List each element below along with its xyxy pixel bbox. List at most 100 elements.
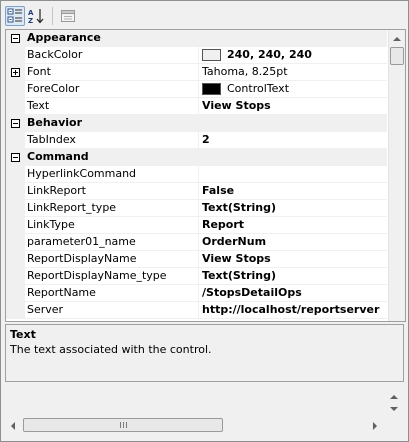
- toolbar: A Z: [5, 5, 405, 27]
- property-value-text: ControlText: [227, 82, 290, 95]
- horizontal-scrollbar[interactable]: [5, 417, 383, 434]
- categorized-button[interactable]: [5, 6, 25, 26]
- property-value[interactable]: Tahoma, 8.25pt: [199, 64, 387, 80]
- collapse-icon[interactable]: [11, 33, 20, 43]
- color-swatch: [202, 49, 221, 61]
- property-value[interactable]: False: [199, 183, 387, 199]
- arrow-left-icon: [11, 421, 15, 430]
- gutter: [6, 149, 25, 165]
- scroll-up-button[interactable]: [389, 30, 405, 47]
- property-row-reportname[interactable]: ReportName /StopsDetailOps: [6, 285, 387, 302]
- gutter: [6, 166, 25, 182]
- property-name: ReportName: [25, 285, 199, 301]
- category-label: Appearance: [27, 31, 101, 44]
- property-value[interactable]: View Stops: [199, 98, 387, 114]
- arrow-right-icon: [373, 421, 377, 430]
- property-value[interactable]: Text(String): [199, 200, 387, 216]
- property-value[interactable]: /StopsDetailOps: [199, 285, 387, 301]
- property-value[interactable]: 2: [199, 132, 387, 148]
- property-name: BackColor: [25, 47, 199, 63]
- outer-vertical-scroll[interactable]: [390, 395, 402, 419]
- property-value[interactable]: 240, 240, 240: [199, 47, 387, 63]
- categorized-icon: [7, 8, 22, 23]
- property-value[interactable]: View Stops: [199, 251, 387, 267]
- property-row-linkreport[interactable]: LinkReport False: [6, 183, 387, 200]
- property-name: parameter01_name: [25, 234, 199, 250]
- alphabetical-button[interactable]: A Z: [27, 6, 47, 26]
- toolbar-separator: [52, 7, 53, 25]
- property-pages-icon: [61, 10, 75, 22]
- gutter: [6, 81, 25, 97]
- property-row-text[interactable]: Text View Stops: [6, 98, 387, 115]
- property-row-linktype[interactable]: LinkType Report: [6, 217, 387, 234]
- property-row-hyperlinkcommand[interactable]: HyperlinkCommand: [6, 166, 387, 183]
- property-row-forecolor[interactable]: ForeColor ControlText: [6, 81, 387, 98]
- property-name: LinkType: [25, 217, 199, 233]
- gutter: [6, 64, 25, 80]
- scroll-left-button[interactable]: [5, 417, 21, 434]
- property-value[interactable]: http://localhost/reportserver: [199, 302, 387, 318]
- gutter: [6, 217, 25, 233]
- gutter: [6, 302, 25, 318]
- collapse-icon[interactable]: [11, 152, 20, 162]
- property-row-reportdisplayname-type[interactable]: ReportDisplayName_type Text(String): [6, 268, 387, 285]
- property-value[interactable]: ControlText: [199, 81, 387, 97]
- category-label: Command: [27, 150, 89, 163]
- vertical-scrollbar[interactable]: [388, 30, 405, 321]
- grip-line: [119, 422, 121, 428]
- arrow-up-icon: [393, 36, 401, 41]
- grip-line: [125, 422, 127, 428]
- property-name: HyperlinkCommand: [25, 166, 199, 182]
- description-title: Text: [10, 328, 36, 341]
- color-swatch: [202, 83, 221, 95]
- property-name: Server: [25, 302, 199, 318]
- property-row-backcolor[interactable]: BackColor 240, 240, 240: [6, 47, 387, 64]
- gutter: [6, 268, 25, 284]
- property-row-linkreport-type[interactable]: LinkReport_type Text(String): [6, 200, 387, 217]
- category-behavior[interactable]: Behavior: [6, 115, 387, 132]
- property-pages-button[interactable]: [58, 6, 78, 26]
- property-row-parameter01-name[interactable]: parameter01_name OrderNum: [6, 234, 387, 251]
- category-command[interactable]: Command: [6, 149, 387, 166]
- scrollbar-thumb[interactable]: [23, 418, 223, 432]
- property-row-tabindex[interactable]: TabIndex 2: [6, 132, 387, 149]
- category-appearance[interactable]: Appearance: [6, 30, 387, 47]
- gutter: [6, 30, 25, 46]
- property-name: ReportDisplayName: [25, 251, 199, 267]
- property-name: LinkReport_type: [25, 200, 199, 216]
- category-label: Behavior: [27, 116, 83, 129]
- scrollbar-thumb[interactable]: [390, 47, 404, 65]
- scroll-down-icon[interactable]: [390, 407, 398, 411]
- description-pane: Text The text associated with the contro…: [5, 324, 404, 382]
- property-value-text: 240, 240, 240: [227, 48, 312, 61]
- property-value[interactable]: Text(String): [199, 268, 387, 284]
- property-value[interactable]: [199, 166, 387, 182]
- property-name: Text: [25, 98, 199, 114]
- gutter: [6, 234, 25, 250]
- property-name: Font: [25, 64, 199, 80]
- property-value[interactable]: OrderNum: [199, 234, 387, 250]
- property-value[interactable]: Report: [199, 217, 387, 233]
- collapse-icon[interactable]: [11, 118, 20, 128]
- property-grid: Appearance BackColor 240, 240, 240 Font …: [5, 29, 406, 322]
- description-text: The text associated with the control.: [10, 343, 212, 356]
- property-row-font[interactable]: Font Tahoma, 8.25pt: [6, 64, 387, 81]
- gutter: [6, 285, 25, 301]
- property-row-server[interactable]: Server http://localhost/reportserver: [6, 302, 387, 319]
- gutter: [6, 132, 25, 148]
- property-grid-window: A Z Appearance BackColor 240, 240, 240 F…: [0, 0, 409, 442]
- scroll-right-button[interactable]: [367, 417, 383, 434]
- alphabetical-sort-icon: A Z: [28, 9, 44, 24]
- gutter: [6, 183, 25, 199]
- property-name: ReportDisplayName_type: [25, 268, 199, 284]
- gutter: [6, 251, 25, 267]
- gutter: [6, 115, 25, 131]
- svg-text:A: A: [28, 9, 34, 17]
- expand-icon[interactable]: [11, 67, 20, 77]
- property-name: LinkReport: [25, 183, 199, 199]
- property-name: TabIndex: [25, 132, 199, 148]
- gutter: [6, 98, 25, 114]
- property-row-reportdisplayname[interactable]: ReportDisplayName View Stops: [6, 251, 387, 268]
- gutter: [6, 200, 25, 216]
- scroll-up-icon[interactable]: [390, 395, 398, 399]
